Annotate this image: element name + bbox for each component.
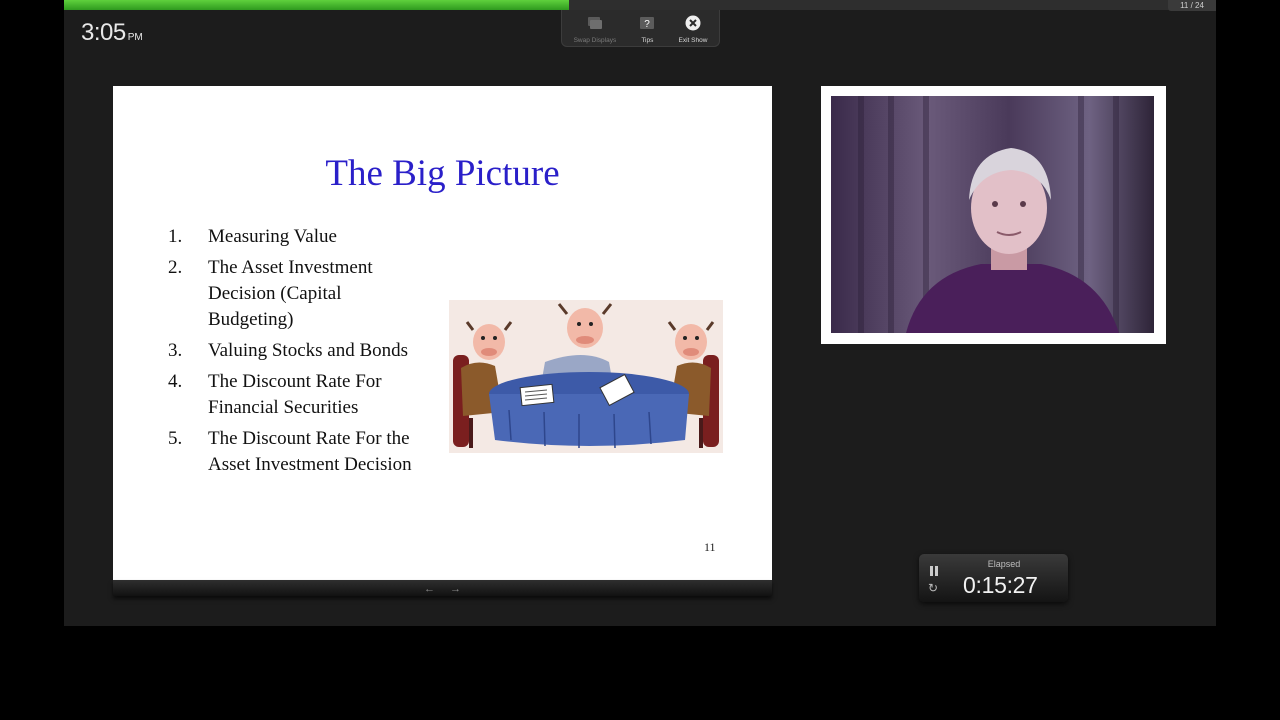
reset-icon[interactable]: ↻ (928, 581, 938, 595)
arrow-right-icon[interactable]: → (450, 583, 461, 595)
slide-title: The Big Picture (325, 153, 560, 194)
tips-button[interactable]: ? Tips (639, 10, 655, 44)
swap-displays-label: Swap Displays (573, 37, 617, 44)
exit-show-label: Exit Show (678, 37, 708, 44)
list-item-number: 1. (168, 226, 183, 247)
timer-label: Elapsed (987, 559, 1021, 569)
current-slide[interactable]: The Big Picture 1. Measuring Value 2. The … (113, 86, 772, 580)
close-icon (685, 15, 701, 31)
slideshow-progress-bar (64, 0, 1216, 10)
list-item-number: 5. (168, 428, 183, 449)
list-item-text: Measuring Value (208, 226, 337, 247)
list-item-text: The Discount Rate For Financial Securiti… (208, 371, 382, 418)
tips-icon: ? (639, 15, 655, 31)
presenter-window: 11 / 24 3:05 PM Swap Displays ? Tips Exit… (64, 0, 1216, 626)
timer-value: 0:15:27 (963, 572, 1038, 598)
list-item: 2. The Asset Investment Decision (Capital… (168, 255, 428, 333)
list-item: 4. The Discount Rate For Financial Securi… (168, 369, 428, 421)
arrow-left-icon[interactable]: ← (424, 583, 435, 595)
swap-displays-icon (587, 15, 603, 31)
presenter-video-frame (821, 86, 1166, 344)
swap-displays-button[interactable]: Swap Displays (573, 10, 617, 44)
slide-page-number: 11 (704, 540, 716, 554)
clock-time: 3:05 (81, 19, 126, 46)
clock-ampm: PM (127, 32, 143, 43)
list-item: 1. Measuring Value (168, 224, 428, 250)
tips-label: Tips (641, 37, 654, 44)
list-item: 5. The Discount Rate For the Asset Invest… (168, 426, 428, 478)
list-item-number: 4. (168, 371, 183, 392)
list-item-text: The Discount Rate For the Asset Investme… (208, 428, 412, 475)
list-item-text: The Asset Investment Decision (Capital B… (208, 257, 373, 330)
exit-show-button[interactable]: Exit Show (678, 10, 707, 44)
slide-counter: 11 / 24 (1168, 0, 1216, 11)
elapsed-timer: Elapsed ↻ 0:15:27 (919, 554, 1068, 602)
clock: 3:05 PM (81, 19, 143, 47)
list-item-text: Valuing Stocks and Bonds (208, 340, 409, 361)
pause-icon[interactable] (928, 564, 942, 576)
slideshow-progress-fill (64, 0, 569, 10)
list-item-number: 3. (168, 340, 183, 361)
cows-meeting-illustration (449, 300, 723, 453)
presenter-toolbar: Swap Displays ? Tips Exit Show (561, 10, 720, 47)
svg-text:?: ? (645, 19, 651, 30)
presenter-video (831, 96, 1154, 333)
list-item-number: 2. (168, 257, 183, 278)
list-item: 3. Valuing Stocks and Bonds (168, 338, 428, 364)
slide-list: 1. Measuring Value 2. The Asset Investment… (168, 224, 428, 483)
slide-navigation-bar: ← → (113, 580, 772, 596)
